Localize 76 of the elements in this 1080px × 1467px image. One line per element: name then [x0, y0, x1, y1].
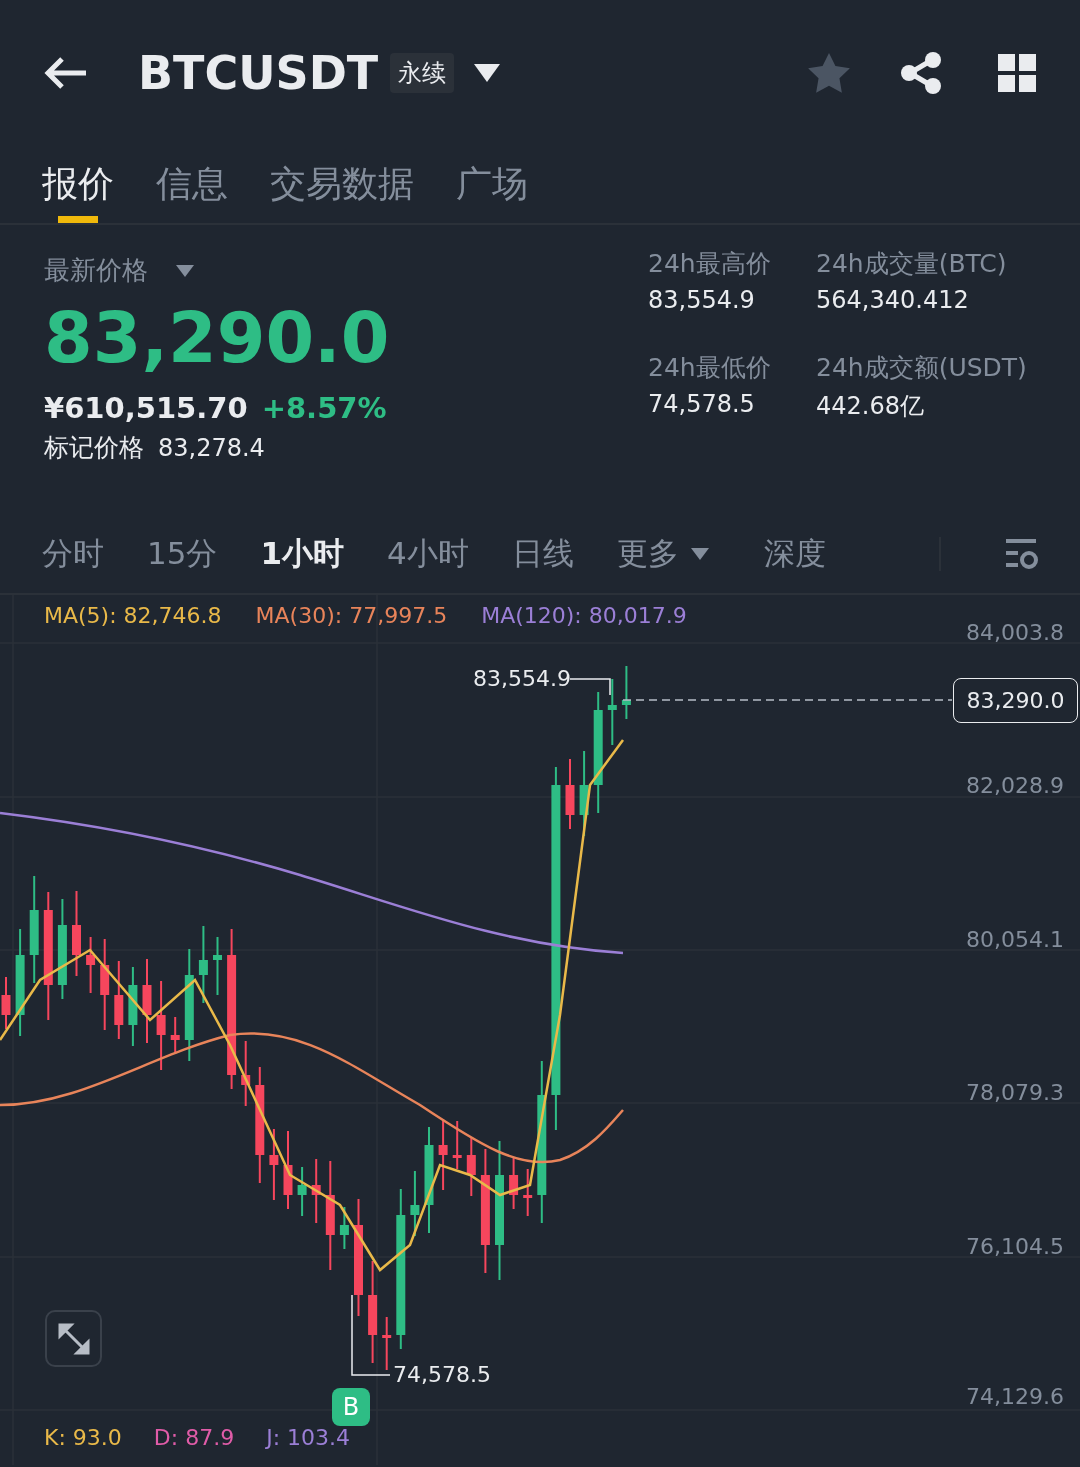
caret-down-icon	[474, 63, 501, 82]
last-price: 83,290.0	[44, 300, 391, 377]
buy-signal-badge: B	[332, 1388, 370, 1426]
settings-icon	[1004, 537, 1038, 571]
price-axis-label: 82,028.9	[966, 773, 1064, 798]
interval-tab[interactable]: 15分	[147, 533, 218, 575]
candlestick	[565, 758, 575, 830]
grid-menu-button[interactable]	[998, 53, 1036, 92]
candlestick	[170, 1016, 180, 1055]
stat-label: 24h最高价	[648, 248, 772, 280]
stat-value: 74,578.5	[648, 390, 756, 418]
fullscreen-button[interactable]	[45, 1310, 102, 1367]
caret-down-icon	[690, 548, 709, 560]
last-price-label: 最新价格	[44, 254, 148, 287]
moving-average-value: MA(5): 82,746.8	[44, 603, 222, 628]
candlestick	[86, 936, 96, 994]
candlestick	[297, 1166, 307, 1217]
moving-average-value: MA(30): 77,997.5	[255, 603, 448, 628]
candlestick	[466, 1136, 476, 1197]
stat-label: 24h最低价	[648, 352, 772, 384]
candlestick	[607, 678, 617, 746]
page-tab[interactable]: 信息	[156, 145, 228, 223]
stat-label: 24h成交额(USDT)	[816, 352, 1028, 384]
current-price-tag: 83,290.0	[953, 678, 1078, 723]
candlestick	[523, 1168, 533, 1217]
indicator-value: J: 103.4	[266, 1425, 351, 1450]
interval-tab[interactable]: 分时	[42, 533, 104, 575]
mark-price-label: 标记价格	[44, 432, 144, 464]
price-axis-label: 78,079.3	[966, 1080, 1064, 1105]
candlestick	[621, 665, 631, 720]
interval-tab[interactable]: 日线	[511, 533, 574, 575]
candlestick	[509, 1156, 519, 1210]
page-tab[interactable]: 交易数据	[270, 145, 414, 223]
symbol-dropdown-button[interactable]	[474, 63, 501, 82]
stat-value: 83,554.9	[648, 286, 756, 314]
stat-label: 24h成交量(BTC)	[816, 248, 1008, 280]
grid-icon	[998, 53, 1036, 92]
depth-tab[interactable]: 深度	[763, 533, 826, 575]
back-button[interactable]	[44, 55, 88, 90]
candlestick	[1, 976, 11, 1030]
price-axis-label: 74,129.6	[966, 1384, 1064, 1409]
page-tab[interactable]: 广场	[456, 145, 528, 223]
low-price-label: 74,578.5	[393, 1362, 491, 1387]
share-icon	[900, 50, 942, 95]
contract-tag: 永续	[390, 52, 455, 93]
price-change: +8.57%	[261, 391, 387, 425]
moving-average-value: MA(120): 80,017.9	[481, 603, 687, 628]
price-axis-label: 84,003.8	[966, 620, 1064, 645]
candlestick	[339, 1206, 349, 1250]
chart-settings-button[interactable]	[1004, 537, 1038, 571]
candlestick	[410, 1170, 420, 1237]
candlestick	[382, 1316, 392, 1371]
leader-line	[569, 678, 611, 696]
interval-tab[interactable]: 1小时	[260, 533, 345, 575]
expand-icon	[56, 1321, 91, 1356]
cny-price: ¥610,515.70	[44, 391, 248, 425]
more-dropdown[interactable]: 更多	[616, 533, 709, 575]
share-button[interactable]	[900, 50, 942, 95]
page-tab[interactable]: 报价	[42, 145, 114, 223]
caret-down-icon	[176, 264, 194, 277]
candlestick	[213, 936, 222, 996]
star-icon	[808, 52, 850, 93]
stat-value: 564,340.412	[816, 286, 970, 314]
stat-value: 442.68亿	[816, 391, 925, 422]
price-axis-label: 80,054.1	[966, 927, 1064, 952]
candlestick	[241, 1040, 251, 1107]
price-axis-label: 76,104.5	[966, 1234, 1064, 1259]
indicator-value: K: 93.0	[44, 1425, 122, 1450]
high-price-label: 83,554.9	[473, 666, 571, 691]
indicator-value: D: 87.9	[153, 1425, 235, 1450]
interval-tab[interactable]: 4小时	[387, 533, 469, 575]
symbol-title: BTCUSDT	[138, 45, 379, 100]
mark-price-value: 83,278.4	[158, 434, 265, 462]
back-arrow-icon	[44, 55, 88, 90]
candlestick	[311, 1158, 321, 1224]
candlestick	[452, 1120, 462, 1170]
